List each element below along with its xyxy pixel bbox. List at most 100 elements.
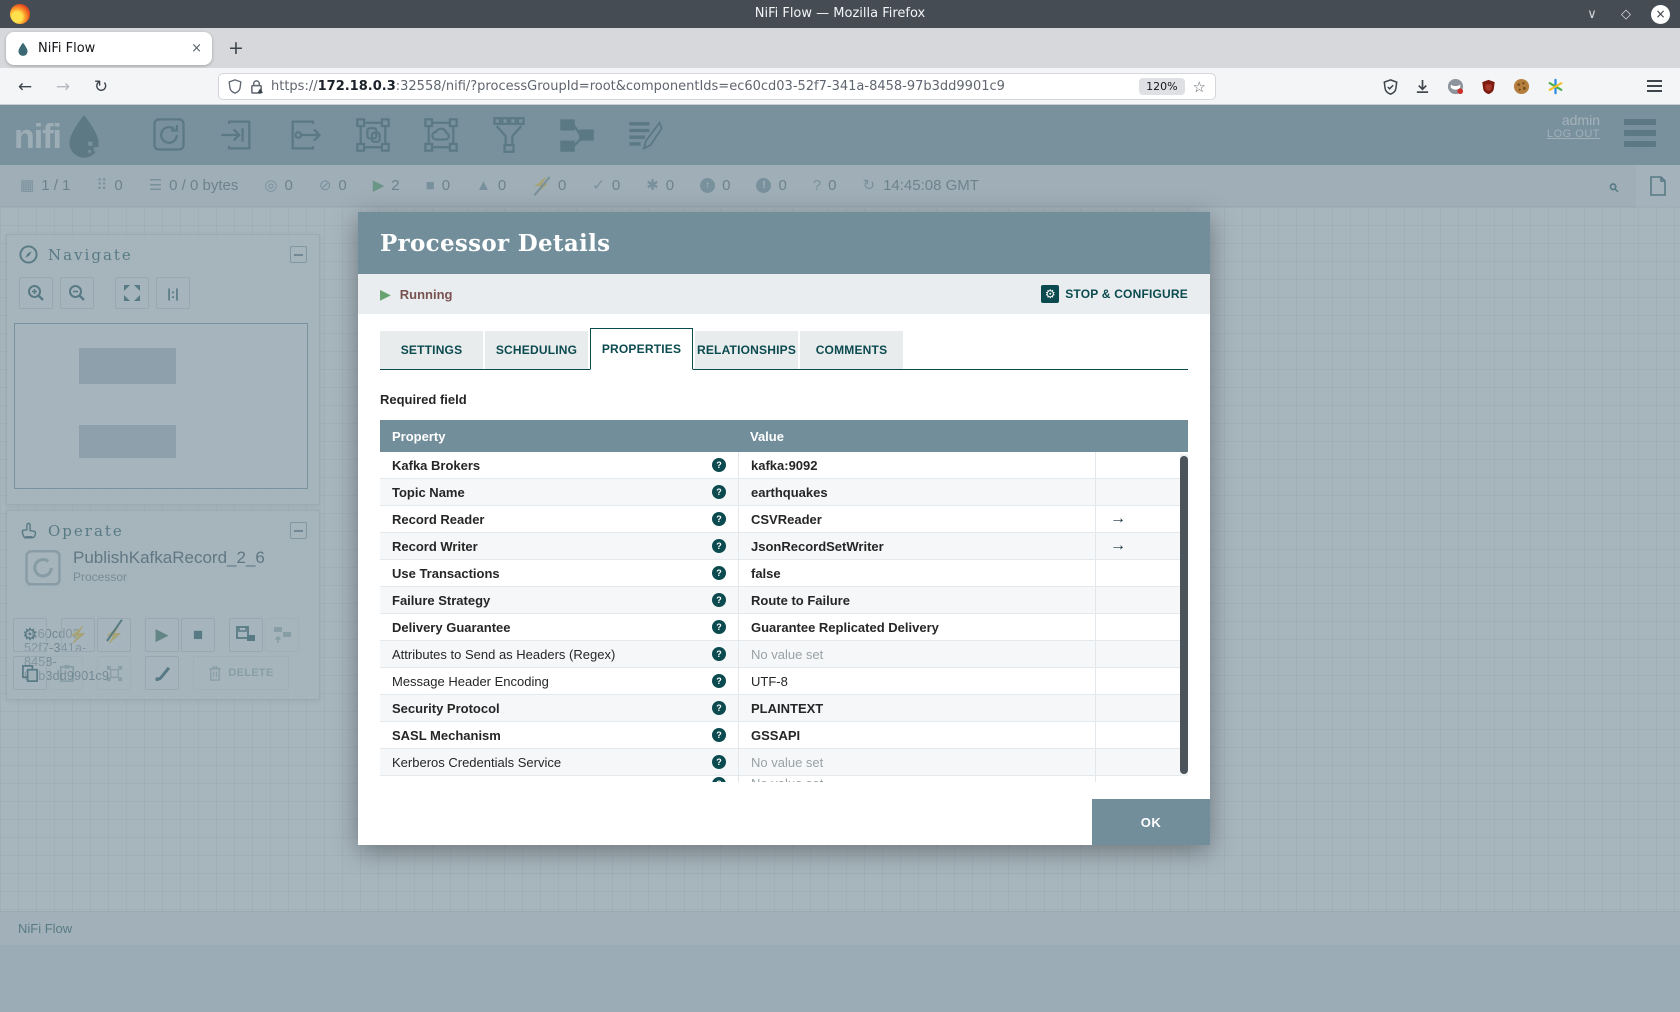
value-column-header: Value [750,428,784,444]
ok-button[interactable]: OK [1092,799,1210,845]
property-name-cell: Message Header Encoding? [380,668,738,694]
property-label: Security Protocol [392,700,500,716]
help-icon[interactable]: ? [712,755,726,769]
stop-configure-gear-icon: ⚙ [1041,285,1060,303]
back-button[interactable]: ← [12,74,38,100]
property-label: Use Transactions [392,565,500,581]
property-row-partial: ? No value set [380,776,1188,782]
help-icon[interactable]: ? [712,647,726,661]
tab-close-icon[interactable]: × [191,41,202,56]
tab-scheduling[interactable]: SCHEDULING [485,331,588,369]
property-value-cell: kafka:9092 [738,452,1095,478]
property-value-cell: Guarantee Replicated Delivery [738,614,1095,640]
property-value-cell: earthquakes [738,479,1095,505]
url-bar[interactable]: https://172.18.0.3:32558/nifi/?processGr… [218,73,1216,100]
property-row: Delivery Guarantee? Guarantee Replicated … [380,614,1188,641]
property-row: Failure Strategy? Route to Failure [380,587,1188,614]
tab-properties[interactable]: PROPERTIES [590,328,693,370]
browser-menu-icon[interactable] [1647,80,1662,92]
goto-cell [1095,452,1188,478]
browser-navbar: ← → ↻ https://172.18.0.3:32558/nifi/?pro… [0,68,1680,105]
zoom-level-badge[interactable]: 120% [1139,78,1185,95]
downloads-icon[interactable] [1415,79,1430,94]
property-value-cell: false [738,560,1095,586]
window-maximize-button[interactable]: ◇ [1617,5,1635,23]
help-icon[interactable]: ? [712,539,726,553]
help-icon[interactable]: ? [712,512,726,526]
property-label: Kerberos Credentials Service [392,754,562,770]
scrollbar-thumb[interactable] [1180,456,1188,774]
property-row: Message Header Encoding? UTF-8 [380,668,1188,695]
url-input[interactable]: https://172.18.0.3:32558/nifi/?processGr… [271,79,1131,94]
pocket-shield-icon[interactable] [1383,78,1398,95]
goto-service-icon[interactable]: → [1110,538,1126,554]
goto-cell [1095,641,1188,667]
property-name-cell: Kerberos Credentials Service? [380,749,738,775]
property-name-cell: Record Writer? [380,533,738,559]
goto-cell [1095,614,1188,640]
browser-tab-title: NiFi Flow [38,41,96,56]
property-value-cell: CSVReader [738,506,1095,532]
property-row: Kerberos Credentials Service? No value se… [380,749,1188,776]
window-minimize-button[interactable]: ∨ [1583,5,1601,23]
property-name-cell: Security Protocol? [380,695,738,721]
property-name-cell: Attributes to Send as Headers (Regex)? [380,641,738,667]
goto-cell [1095,479,1188,505]
bookmark-star-icon[interactable]: ☆ [1193,78,1206,96]
tab-settings[interactable]: SETTINGS [380,331,483,369]
dialog-tabs: SETTINGS SCHEDULING PROPERTIES RELATIONSHIP… [380,328,1188,370]
dialog-title: Processor Details [380,229,611,257]
goto-cell [1095,587,1188,613]
property-column-header: Property [392,428,446,444]
window-title: NiFi Flow — Mozilla Firefox [754,6,926,21]
multicolor-asterisk-icon[interactable] [1547,78,1564,95]
property-value-cell: JsonRecordSetWriter [738,533,1095,559]
window-close-button[interactable]: × [1651,4,1670,24]
ublock-icon[interactable] [1481,79,1496,95]
running-icon: ▶ [380,285,391,302]
goto-cell: → [1095,506,1188,532]
table-scrollbar[interactable] [1180,454,1188,776]
running-label: Running [399,286,453,302]
property-value-cell: No value set [738,749,1095,775]
property-label: Record Reader [392,511,485,527]
property-row: Topic Name? earthquakes [380,479,1188,506]
help-icon[interactable]: ? [712,566,726,580]
property-name-cell: Delivery Guarantee? [380,614,738,640]
help-icon: ? [712,776,726,782]
properties-table-body: Kafka Brokers? kafka:9092 Topic Name? earth… [380,452,1188,776]
property-row: Record Writer? JsonRecordSetWriter → [380,533,1188,560]
reload-button[interactable]: ↻ [88,74,114,100]
help-icon[interactable]: ? [712,728,726,742]
browser-tab[interactable]: NiFi Flow × [6,32,212,65]
property-row: Record Reader? CSVReader → [380,506,1188,533]
stop-configure-label: STOP & CONFIGURE [1065,287,1188,301]
tab-comments[interactable]: COMMENTS [800,331,903,369]
property-value-cell: GSSAPI [738,722,1095,748]
cookie-extension-icon[interactable] [1513,78,1530,95]
tab-relationships[interactable]: RELATIONSHIPS [695,331,798,369]
property-value-cell: Route to Failure [738,587,1095,613]
help-icon[interactable]: ? [712,674,726,688]
forward-button[interactable]: → [50,74,76,100]
help-icon[interactable]: ? [712,620,726,634]
property-row: Attributes to Send as Headers (Regex)? No… [380,641,1188,668]
required-field-note: Required field [380,392,467,407]
property-row: Security Protocol? PLAINTEXT [380,695,1188,722]
help-icon[interactable]: ? [712,485,726,499]
property-label: SASL Mechanism [392,727,501,743]
tracking-shield-icon[interactable] [228,79,242,94]
property-row: SASL Mechanism? GSSAPI [380,722,1188,749]
property-name-cell: SASL Mechanism? [380,722,738,748]
help-icon[interactable]: ? [712,593,726,607]
property-row: Kafka Brokers? kafka:9092 [380,452,1188,479]
property-label: Message Header Encoding [392,673,549,689]
help-icon[interactable]: ? [712,701,726,715]
stop-and-configure-button[interactable]: ⚙ STOP & CONFIGURE [1041,285,1188,303]
new-tab-button[interactable]: + [222,34,250,62]
help-icon[interactable]: ? [712,458,726,472]
connection-lock-icon[interactable] [250,79,263,94]
goto-service-icon[interactable]: → [1110,511,1126,527]
extension-mask-icon[interactable] [1447,78,1464,95]
property-label: Failure Strategy [392,592,491,608]
